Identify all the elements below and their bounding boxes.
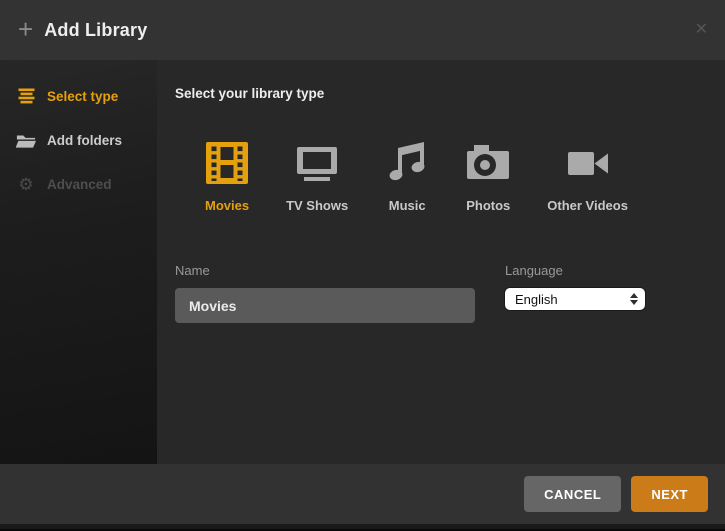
type-label: Music [389,198,426,213]
music-note-icon [385,141,429,185]
type-label: Photos [466,198,510,213]
type-option-movies[interactable]: Movies [205,141,249,213]
name-label: Name [175,263,475,278]
section-heading: Select your library type [175,86,725,101]
name-input[interactable] [175,288,475,323]
list-lines-icon [16,88,36,104]
close-icon[interactable]: ✕ [695,19,708,39]
type-label: Other Videos [547,198,628,213]
select-arrows-icon [630,293,638,305]
type-option-music[interactable]: Music [385,141,429,213]
dialog-main: Select your library type [157,60,725,464]
camera-icon [466,141,510,185]
gear-icon: ⚙ [16,176,36,193]
add-library-dialog: + Add Library ✕ Select type [0,0,725,531]
background-page-strip [0,524,725,531]
language-select-value: English [515,292,558,307]
dialog-footer: CANCEL NEXT [0,464,725,524]
cancel-button[interactable]: CANCEL [524,476,621,512]
folder-icon [16,131,36,149]
sidebar-item-select-type[interactable]: Select type [0,74,157,118]
type-option-photos[interactable]: Photos [466,141,510,213]
type-label: TV Shows [286,198,348,213]
type-option-tv-shows[interactable]: TV Shows [286,141,348,213]
dialog-title: Add Library [44,20,147,41]
dialog-header: + Add Library ✕ [0,0,725,60]
sidebar-item-advanced: ⚙ Advanced [0,162,157,206]
library-fields: Name Language English [175,263,725,323]
next-button[interactable]: NEXT [631,476,708,512]
language-label: Language [505,263,645,278]
dialog-sidebar: Select type Add folders ⚙ Advanced [0,60,157,464]
type-label: Movies [205,198,249,213]
library-type-picker: Movies TV Shows [205,141,725,213]
sidebar-item-label: Advanced [47,177,112,192]
name-field-group: Name [175,263,475,323]
video-camera-icon [566,141,610,185]
sidebar-item-add-folders[interactable]: Add folders [0,118,157,162]
tv-icon [295,141,339,185]
language-select[interactable]: English [505,288,645,310]
plus-icon: + [18,16,33,42]
sidebar-item-label: Select type [47,89,118,104]
language-field-group: Language English [505,263,645,310]
sidebar-item-label: Add folders [47,133,122,148]
type-option-other-videos[interactable]: Other Videos [547,141,628,213]
film-icon [205,141,249,185]
